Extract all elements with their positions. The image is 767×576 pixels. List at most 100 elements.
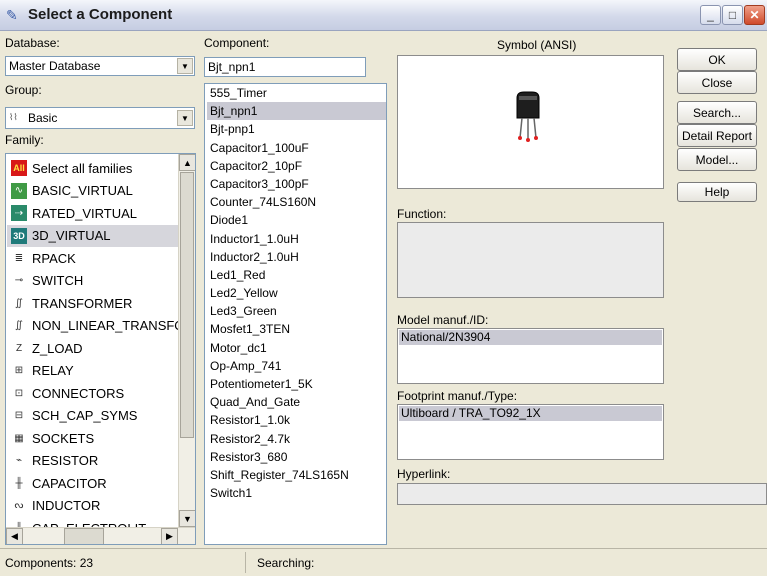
component-item[interactable]: Led2_Yellow	[207, 284, 386, 302]
minimize-icon: _	[707, 8, 714, 22]
model-button[interactable]: Model...	[677, 148, 757, 171]
scroll-down-button[interactable]: ▼	[179, 510, 195, 527]
family-item-label: SCH_CAP_SYMS	[32, 408, 138, 424]
chevron-up-icon: ▲	[183, 157, 192, 168]
window-title: Select a Component	[28, 6, 173, 23]
component-item[interactable]: Bjt-pnp1	[207, 120, 386, 138]
family-list[interactable]: All Select all families ∿ BASIC_VIRTUAL ⇢ RAT…	[5, 153, 196, 545]
family-item[interactable]: All Select all families	[7, 157, 179, 180]
family-item[interactable]: ⇢ RATED_VIRTUAL	[7, 202, 179, 225]
help-button[interactable]: Help	[677, 182, 757, 202]
family-label: Family:	[5, 133, 44, 147]
model-value: National/2N3904	[399, 330, 662, 345]
component-list[interactable]: 555_Timer Bjt_npn1 Bjt-pnp1 Capacitor1_100u…	[204, 83, 387, 545]
function-field	[397, 222, 664, 298]
component-item[interactable]: Quad_And_Gate	[207, 393, 386, 411]
app-icon: ✎	[6, 7, 18, 23]
database-label: Database:	[5, 36, 60, 50]
footprint-value: Ultiboard / TRA_TO92_1X	[399, 406, 662, 421]
minimize-button[interactable]: _	[700, 5, 721, 25]
family-horizontal-scrollbar[interactable]: ◀ ▶	[6, 527, 195, 544]
hyperlink-field[interactable]	[397, 483, 767, 505]
group-label: Group:	[5, 83, 42, 97]
component-item[interactable]: Bjt_npn1	[207, 102, 386, 121]
component-item[interactable]: Switch1	[207, 484, 386, 502]
component-item[interactable]: Resistor3_680	[207, 448, 386, 466]
family-item[interactable]: ⊟ SCH_CAP_SYMS	[7, 405, 179, 428]
family-item-label: CAPACITOR	[32, 475, 107, 491]
component-item[interactable]: Capacitor2_10pF	[207, 157, 386, 175]
scroll-up-button[interactable]: ▲	[179, 154, 195, 171]
all-families-icon: All	[11, 160, 27, 177]
family-item[interactable]: ∿ BASIC_VIRTUAL	[7, 180, 179, 203]
family-item[interactable]: ⊞ RELAY	[7, 360, 179, 383]
family-item[interactable]: Z Z_LOAD	[7, 337, 179, 360]
model-label: Model manuf./ID:	[397, 313, 489, 327]
rpack-icon: ≣	[11, 250, 27, 267]
family-item[interactable]: ⌁ RESISTOR	[7, 450, 179, 473]
horizontal-scroll-thumb[interactable]	[64, 528, 104, 544]
database-value: Master Database	[9, 59, 101, 73]
family-item[interactable]: ᔓ INDUCTOR	[7, 495, 179, 518]
family-item[interactable]: ⊡ CONNECTORS	[7, 382, 179, 405]
search-button[interactable]: Search...	[677, 101, 757, 124]
ok-button[interactable]: OK	[677, 48, 757, 71]
family-item-label: BASIC_VIRTUAL	[32, 183, 133, 199]
component-item[interactable]: Op-Amp_741	[207, 357, 386, 375]
family-item-label: SWITCH	[32, 273, 84, 289]
scroll-left-button[interactable]: ◀	[6, 528, 23, 544]
components-count: Components: 23	[0, 552, 246, 573]
scroll-right-button[interactable]: ▶	[161, 528, 178, 544]
component-item[interactable]: Resistor2_4.7k	[207, 430, 386, 448]
transistor-symbol-icon	[516, 91, 540, 142]
detail-report-button[interactable]: Detail Report	[677, 124, 757, 147]
component-item[interactable]: Inductor1_1.0uH	[207, 230, 386, 248]
footprint-label: Footprint manuf./Type:	[397, 389, 518, 403]
component-item[interactable]: Shift_Register_74LS165N	[207, 466, 386, 484]
transformer-icon: ∬	[11, 295, 27, 312]
family-item-label: CONNECTORS	[32, 385, 125, 401]
chevron-right-icon: ▶	[166, 531, 173, 541]
component-item[interactable]: Inductor2_1.0uH	[207, 248, 386, 266]
component-item[interactable]: Diode1	[207, 211, 386, 229]
family-item[interactable]: ≣ RPACK	[7, 247, 179, 270]
component-item[interactable]: Capacitor3_100pF	[207, 175, 386, 193]
z-load-icon: Z	[11, 340, 27, 357]
component-item[interactable]: Capacitor1_100uF	[207, 139, 386, 157]
scroll-thumb[interactable]	[180, 172, 194, 438]
close-window-button[interactable]: ✕	[744, 5, 765, 25]
family-item[interactable]: 3D 3D_VIRTUAL	[7, 224, 179, 247]
family-item[interactable]: ∬ NON_LINEAR_TRANSFO	[7, 315, 184, 338]
maximize-icon: □	[728, 8, 737, 22]
connectors-icon: ⊡	[11, 385, 27, 402]
family-item-label: RESISTOR	[32, 453, 99, 469]
component-items: 555_Timer Bjt_npn1 Bjt-pnp1 Capacitor1_100u…	[207, 84, 386, 502]
maximize-button[interactable]: □	[722, 5, 743, 25]
family-item-label: Z_LOAD	[32, 340, 83, 356]
family-item[interactable]: ▦ SOCKETS	[7, 427, 179, 450]
chevron-left-icon: ◀	[11, 531, 18, 541]
component-item[interactable]: 555_Timer	[207, 84, 386, 102]
database-select[interactable]: Master Database ▼	[5, 56, 195, 76]
close-button[interactable]: Close	[677, 71, 757, 94]
select-component-dialog: ✎ Select a Component _ □ ✕ Database: Mas…	[0, 0, 767, 576]
component-search-input[interactable]: Bjt_npn1	[204, 57, 366, 77]
status-bar: Components: 23 Searching:	[0, 548, 767, 576]
group-select[interactable]: Basic ⌇⌇ ▼	[5, 107, 195, 129]
family-item[interactable]: ⊸ SWITCH	[7, 270, 179, 293]
title-bar[interactable]: ✎ Select a Component _ □ ✕	[0, 0, 767, 31]
component-item[interactable]: Potentiometer1_5K	[207, 375, 386, 393]
component-item[interactable]: Resistor1_1.0k	[207, 411, 386, 429]
family-vertical-scrollbar[interactable]: ▲ ▼	[178, 154, 195, 527]
family-item[interactable]: ∬ TRANSFORMER	[7, 292, 179, 315]
chevron-down-icon[interactable]: ▼	[177, 110, 193, 126]
family-item[interactable]: ╫ CAPACITOR	[7, 472, 179, 495]
component-item[interactable]: Motor_dc1	[207, 339, 386, 357]
chevron-down-icon[interactable]: ▼	[177, 58, 193, 74]
component-item[interactable]: Led3_Green	[207, 302, 386, 320]
component-item[interactable]: Led1_Red	[207, 266, 386, 284]
component-item[interactable]: Counter_74LS160N	[207, 193, 386, 211]
component-item[interactable]: Mosfet1_3TEN	[207, 320, 386, 338]
function-label: Function:	[397, 207, 447, 221]
relay-icon: ⊞	[11, 362, 27, 379]
